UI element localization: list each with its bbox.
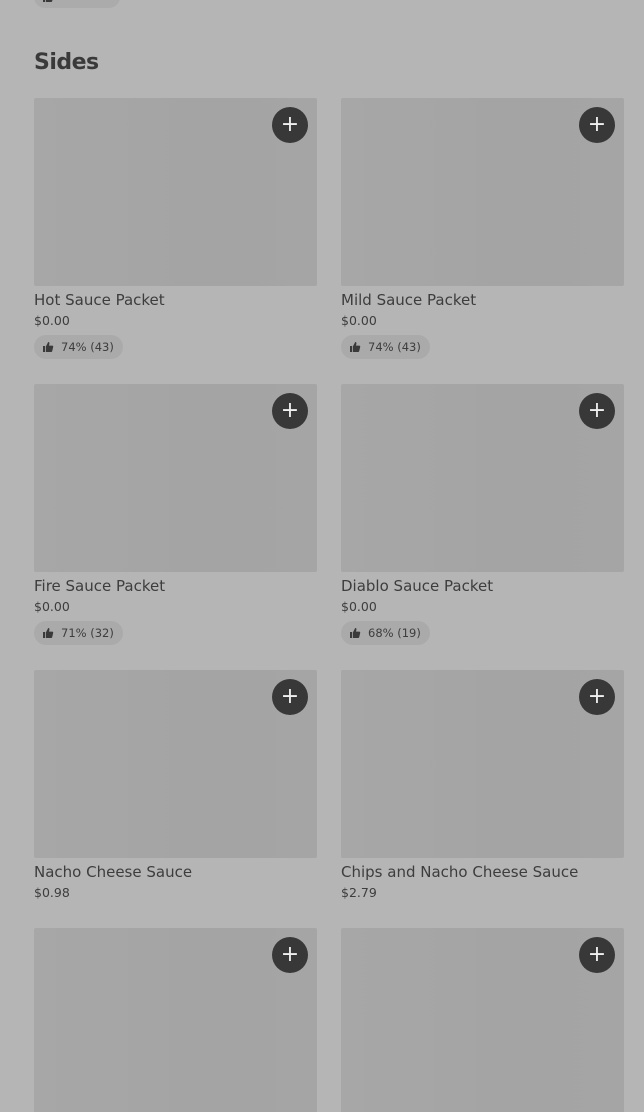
menu-page: Sides + Hot Sauce Packet $0.00 74% (43) …: [0, 0, 644, 1112]
menu-item-card[interactable]: +: [341, 928, 624, 1112]
item-price: $0.00: [34, 313, 70, 328]
item-price: $0.00: [341, 599, 377, 614]
thumbs-up-icon: [350, 342, 361, 352]
item-price: $0.98: [34, 885, 70, 900]
thumbs-up-icon: [350, 628, 361, 638]
item-image[interactable]: +: [34, 98, 317, 286]
add-to-cart-button[interactable]: +: [579, 679, 615, 715]
rating-text: 74% (43): [368, 340, 421, 354]
plus-icon: +: [587, 942, 607, 967]
plus-icon: +: [587, 398, 607, 423]
item-price: $0.00: [34, 599, 70, 614]
rating-badge-partial: [34, 0, 120, 8]
item-image[interactable]: +: [341, 98, 624, 286]
menu-item-card[interactable]: + Fire Sauce Packet $0.00 71% (32): [34, 384, 317, 645]
menu-item-card[interactable]: + Diablo Sauce Packet $0.00 68% (19): [341, 384, 624, 645]
item-name[interactable]: Fire Sauce Packet: [34, 577, 317, 595]
item-image[interactable]: +: [341, 928, 624, 1112]
thumbs-up-icon: [43, 0, 53, 2]
item-name[interactable]: Nacho Cheese Sauce: [34, 863, 317, 881]
menu-item-card[interactable]: + Nacho Cheese Sauce $0.98: [34, 670, 317, 900]
item-image[interactable]: +: [341, 384, 624, 572]
plus-icon: +: [280, 398, 300, 423]
add-to-cart-button[interactable]: +: [272, 107, 308, 143]
menu-item-card[interactable]: + Chips and Nacho Cheese Sauce $2.79: [341, 670, 624, 900]
item-image[interactable]: +: [34, 670, 317, 858]
plus-icon: +: [587, 112, 607, 137]
rating-text: 71% (32): [61, 626, 114, 640]
add-to-cart-button[interactable]: +: [272, 937, 308, 973]
rating-badge: 68% (19): [341, 621, 430, 645]
item-image[interactable]: +: [34, 384, 317, 572]
rating-badge: 71% (32): [34, 621, 123, 645]
rating-text: 68% (19): [368, 626, 421, 640]
menu-item-card[interactable]: +: [34, 928, 317, 1112]
item-price: $2.79: [341, 885, 377, 900]
thumbs-up-icon: [43, 628, 54, 638]
add-to-cart-button[interactable]: +: [579, 393, 615, 429]
item-name[interactable]: Diablo Sauce Packet: [341, 577, 624, 595]
rating-badge: 74% (43): [34, 335, 123, 359]
plus-icon: +: [280, 112, 300, 137]
plus-icon: +: [587, 684, 607, 709]
item-name[interactable]: Mild Sauce Packet: [341, 291, 624, 309]
add-to-cart-button[interactable]: +: [272, 393, 308, 429]
add-to-cart-button[interactable]: +: [272, 679, 308, 715]
rating-badge: 74% (43): [341, 335, 430, 359]
rating-text: 74% (43): [61, 340, 114, 354]
thumbs-up-icon: [43, 342, 54, 352]
plus-icon: +: [280, 684, 300, 709]
item-price: $0.00: [341, 313, 377, 328]
plus-icon: +: [280, 942, 300, 967]
menu-item-card[interactable]: + Hot Sauce Packet $0.00 74% (43): [34, 98, 317, 359]
menu-item-card[interactable]: + Mild Sauce Packet $0.00 74% (43): [341, 98, 624, 359]
item-image[interactable]: +: [341, 670, 624, 858]
item-name[interactable]: Chips and Nacho Cheese Sauce: [341, 863, 624, 881]
item-name[interactable]: Hot Sauce Packet: [34, 291, 317, 309]
section-title: Sides: [34, 50, 99, 75]
item-image[interactable]: +: [34, 928, 317, 1112]
add-to-cart-button[interactable]: +: [579, 107, 615, 143]
add-to-cart-button[interactable]: +: [579, 937, 615, 973]
